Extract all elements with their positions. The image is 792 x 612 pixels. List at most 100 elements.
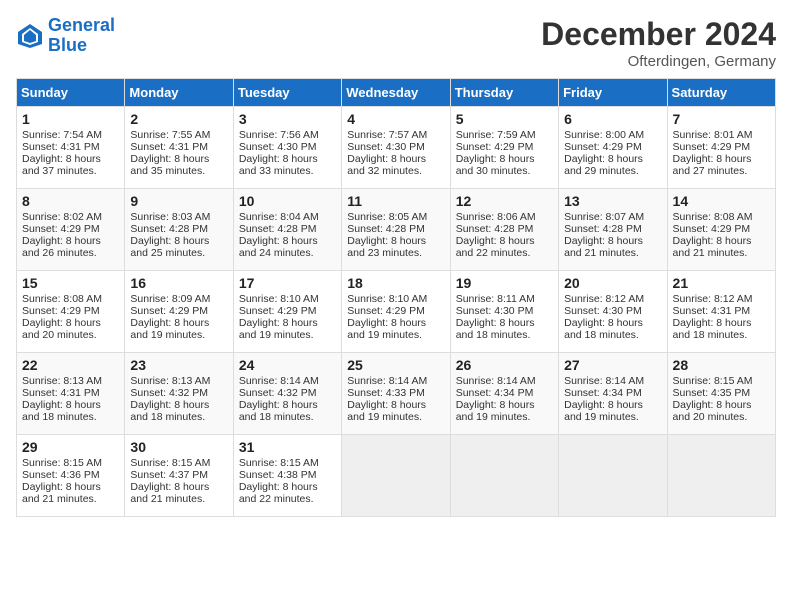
daylight-label: Daylight: 8 hours and 19 minutes. xyxy=(239,317,318,341)
daylight-label: Daylight: 8 hours and 24 minutes. xyxy=(239,235,318,259)
col-tuesday: Tuesday xyxy=(233,79,341,107)
daylight-label: Daylight: 8 hours and 22 minutes. xyxy=(456,235,535,259)
sunset-label: Sunset: 4:37 PM xyxy=(130,469,208,481)
daylight-label: Daylight: 8 hours and 35 minutes. xyxy=(130,153,209,177)
day-number: 1 xyxy=(22,111,119,127)
day-cell: 31 Sunrise: 8:15 AM Sunset: 4:38 PM Dayl… xyxy=(233,435,341,517)
daylight-label: Daylight: 8 hours and 18 minutes. xyxy=(564,317,643,341)
daylight-label: Daylight: 8 hours and 18 minutes. xyxy=(239,399,318,423)
day-number: 16 xyxy=(130,275,227,291)
sunset-label: Sunset: 4:29 PM xyxy=(673,223,751,235)
day-number: 24 xyxy=(239,357,336,373)
day-number: 13 xyxy=(564,193,661,209)
week-row-5: 29 Sunrise: 8:15 AM Sunset: 4:36 PM Dayl… xyxy=(17,435,776,517)
day-number: 15 xyxy=(22,275,119,291)
day-cell: 1 Sunrise: 7:54 AM Sunset: 4:31 PM Dayli… xyxy=(17,107,125,189)
logo-icon xyxy=(16,22,44,50)
day-number: 4 xyxy=(347,111,444,127)
week-row-2: 8 Sunrise: 8:02 AM Sunset: 4:29 PM Dayli… xyxy=(17,189,776,271)
day-number: 3 xyxy=(239,111,336,127)
daylight-label: Daylight: 8 hours and 21 minutes. xyxy=(564,235,643,259)
col-thursday: Thursday xyxy=(450,79,558,107)
day-cell: 19 Sunrise: 8:11 AM Sunset: 4:30 PM Dayl… xyxy=(450,271,558,353)
day-cell: 28 Sunrise: 8:15 AM Sunset: 4:35 PM Dayl… xyxy=(667,353,775,435)
day-cell: 4 Sunrise: 7:57 AM Sunset: 4:30 PM Dayli… xyxy=(342,107,450,189)
day-cell: 13 Sunrise: 8:07 AM Sunset: 4:28 PM Dayl… xyxy=(559,189,667,271)
sunset-label: Sunset: 4:30 PM xyxy=(239,141,317,153)
day-number: 11 xyxy=(347,193,444,209)
day-number: 29 xyxy=(22,439,119,455)
sunrise-label: Sunrise: 8:15 AM xyxy=(673,375,753,387)
sunset-label: Sunset: 4:28 PM xyxy=(347,223,425,235)
sunrise-label: Sunrise: 7:59 AM xyxy=(456,129,536,141)
daylight-label: Daylight: 8 hours and 29 minutes. xyxy=(564,153,643,177)
sunrise-label: Sunrise: 8:15 AM xyxy=(130,457,210,469)
sunrise-label: Sunrise: 8:08 AM xyxy=(22,293,102,305)
day-cell: 22 Sunrise: 8:13 AM Sunset: 4:31 PM Dayl… xyxy=(17,353,125,435)
sunrise-label: Sunrise: 8:14 AM xyxy=(456,375,536,387)
col-monday: Monday xyxy=(125,79,233,107)
sunrise-label: Sunrise: 8:00 AM xyxy=(564,129,644,141)
header-row: Sunday Monday Tuesday Wednesday Thursday… xyxy=(17,79,776,107)
sunset-label: Sunset: 4:29 PM xyxy=(130,305,208,317)
daylight-label: Daylight: 8 hours and 33 minutes. xyxy=(239,153,318,177)
sunrise-label: Sunrise: 8:05 AM xyxy=(347,211,427,223)
sunset-label: Sunset: 4:32 PM xyxy=(239,387,317,399)
sunset-label: Sunset: 4:29 PM xyxy=(22,223,100,235)
daylight-label: Daylight: 8 hours and 26 minutes. xyxy=(22,235,101,259)
sunset-label: Sunset: 4:29 PM xyxy=(456,141,534,153)
day-number: 17 xyxy=(239,275,336,291)
daylight-label: Daylight: 8 hours and 27 minutes. xyxy=(673,153,752,177)
sunrise-label: Sunrise: 8:09 AM xyxy=(130,293,210,305)
sunrise-label: Sunrise: 8:13 AM xyxy=(22,375,102,387)
daylight-label: Daylight: 8 hours and 19 minutes. xyxy=(456,399,535,423)
daylight-label: Daylight: 8 hours and 21 minutes. xyxy=(673,235,752,259)
day-number: 23 xyxy=(130,357,227,373)
sunrise-label: Sunrise: 7:56 AM xyxy=(239,129,319,141)
day-number: 20 xyxy=(564,275,661,291)
sunset-label: Sunset: 4:30 PM xyxy=(347,141,425,153)
day-cell: 9 Sunrise: 8:03 AM Sunset: 4:28 PM Dayli… xyxy=(125,189,233,271)
sunrise-label: Sunrise: 8:04 AM xyxy=(239,211,319,223)
day-cell: 8 Sunrise: 8:02 AM Sunset: 4:29 PM Dayli… xyxy=(17,189,125,271)
day-cell: 12 Sunrise: 8:06 AM Sunset: 4:28 PM Dayl… xyxy=(450,189,558,271)
day-cell xyxy=(450,435,558,517)
day-number: 5 xyxy=(456,111,553,127)
daylight-label: Daylight: 8 hours and 32 minutes. xyxy=(347,153,426,177)
day-cell xyxy=(342,435,450,517)
daylight-label: Daylight: 8 hours and 19 minutes. xyxy=(130,317,209,341)
sunrise-label: Sunrise: 8:12 AM xyxy=(564,293,644,305)
day-number: 9 xyxy=(130,193,227,209)
day-number: 18 xyxy=(347,275,444,291)
day-cell: 21 Sunrise: 8:12 AM Sunset: 4:31 PM Dayl… xyxy=(667,271,775,353)
col-wednesday: Wednesday xyxy=(342,79,450,107)
sunrise-label: Sunrise: 7:54 AM xyxy=(22,129,102,141)
daylight-label: Daylight: 8 hours and 23 minutes. xyxy=(347,235,426,259)
day-cell: 17 Sunrise: 8:10 AM Sunset: 4:29 PM Dayl… xyxy=(233,271,341,353)
logo: General Blue xyxy=(16,16,115,56)
daylight-label: Daylight: 8 hours and 21 minutes. xyxy=(130,481,209,505)
sunset-label: Sunset: 4:29 PM xyxy=(564,141,642,153)
daylight-label: Daylight: 8 hours and 37 minutes. xyxy=(22,153,101,177)
day-number: 30 xyxy=(130,439,227,455)
day-number: 14 xyxy=(673,193,770,209)
month-title: December 2024 xyxy=(541,16,776,53)
day-number: 10 xyxy=(239,193,336,209)
sunrise-label: Sunrise: 7:57 AM xyxy=(347,129,427,141)
location: Ofterdingen, Germany xyxy=(541,53,776,70)
day-cell: 15 Sunrise: 8:08 AM Sunset: 4:29 PM Dayl… xyxy=(17,271,125,353)
day-cell: 11 Sunrise: 8:05 AM Sunset: 4:28 PM Dayl… xyxy=(342,189,450,271)
daylight-label: Daylight: 8 hours and 18 minutes. xyxy=(456,317,535,341)
day-cell: 3 Sunrise: 7:56 AM Sunset: 4:30 PM Dayli… xyxy=(233,107,341,189)
sunrise-label: Sunrise: 8:08 AM xyxy=(673,211,753,223)
day-number: 8 xyxy=(22,193,119,209)
sunrise-label: Sunrise: 8:06 AM xyxy=(456,211,536,223)
daylight-label: Daylight: 8 hours and 19 minutes. xyxy=(564,399,643,423)
day-cell: 26 Sunrise: 8:14 AM Sunset: 4:34 PM Dayl… xyxy=(450,353,558,435)
logo-text: General Blue xyxy=(48,16,115,56)
day-number: 6 xyxy=(564,111,661,127)
sunset-label: Sunset: 4:35 PM xyxy=(673,387,751,399)
daylight-label: Daylight: 8 hours and 20 minutes. xyxy=(673,399,752,423)
daylight-label: Daylight: 8 hours and 30 minutes. xyxy=(456,153,535,177)
sunset-label: Sunset: 4:31 PM xyxy=(130,141,208,153)
